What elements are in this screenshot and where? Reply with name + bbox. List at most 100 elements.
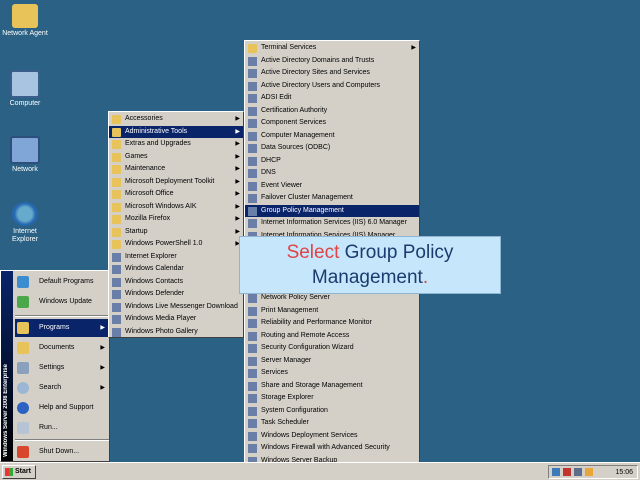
- menu-item-label: Startup: [125, 227, 148, 235]
- admin-tools-item[interactable]: Failover Cluster Management: [245, 192, 419, 205]
- admin-tools-item[interactable]: Active Directory Sites and Services: [245, 67, 419, 80]
- chevron-right-icon: ▶: [100, 325, 105, 331]
- programs-menu-item[interactable]: Microsoft Office ▶: [109, 188, 243, 201]
- programs-menu-item[interactable]: Maintenance ▶: [109, 163, 243, 176]
- folder-icon: [112, 240, 121, 249]
- programs-menu-item[interactable]: Accessories ▶: [109, 113, 243, 126]
- menu-item-label: Event Viewer: [261, 181, 303, 189]
- admin-tool-icon: [248, 381, 257, 391]
- chevron-right-icon: ▶: [235, 116, 240, 122]
- admin-tool-icon: [248, 144, 257, 153]
- admin-tool-icon: [248, 419, 257, 428]
- start-item-default-programs[interactable]: Default Programs: [15, 273, 109, 291]
- start-button[interactable]: Start: [2, 465, 36, 479]
- start-item-windows-update[interactable]: Windows Update: [15, 293, 109, 311]
- admin-tools-item[interactable]: Active Directory Users and Computers: [245, 80, 419, 93]
- admin-tool-icon: [248, 81, 257, 91]
- programs-menu-item[interactable]: Windows Defender: [109, 288, 243, 301]
- start-item-run[interactable]: Run...: [15, 419, 109, 437]
- programs-menu-item[interactable]: Internet Explorer: [109, 251, 243, 264]
- programs-menu-item[interactable]: Startup ▶: [109, 226, 243, 239]
- admin-tools-item[interactable]: Data Sources (ODBC): [245, 142, 419, 155]
- admin-tools-item[interactable]: Windows Deployment Services: [245, 430, 419, 443]
- chevron-right-icon: ▶: [100, 345, 105, 351]
- documents-icon: [17, 342, 29, 354]
- programs-menu-item[interactable]: Windows Live Messenger Download: [109, 301, 243, 314]
- desktop-icon-label: Network: [12, 166, 38, 173]
- admin-tools-item[interactable]: ADSI Edit: [245, 92, 419, 105]
- desktop-icon-computer[interactable]: Computer: [0, 70, 50, 108]
- programs-menu-item[interactable]: Windows Calendar: [109, 263, 243, 276]
- menu-item-label: Component Services: [261, 119, 326, 126]
- admin-tools-item[interactable]: Storage Explorer: [245, 392, 419, 405]
- admin-tools-item[interactable]: Share and Storage Management: [245, 380, 419, 393]
- admin-tools-item[interactable]: Group Policy Management: [245, 204, 419, 217]
- desktop-icon-internet-explorer[interactable]: Internet Explorer: [0, 202, 50, 244]
- admin-tools-item[interactable]: System Configuration: [245, 405, 419, 418]
- network-icon: [10, 136, 40, 164]
- start-item-search[interactable]: Search ▶: [15, 379, 109, 397]
- network-tray-icon[interactable]: [552, 468, 560, 476]
- admin-tool-icon: [248, 119, 257, 128]
- admin-tools-item[interactable]: Services: [245, 367, 419, 380]
- programs-menu-item[interactable]: Microsoft Deployment Toolkit ▶: [109, 176, 243, 189]
- menu-item-label: Failover Cluster Management: [261, 194, 353, 201]
- programs-menu-item[interactable]: Mozilla Firefox ▶: [109, 213, 243, 226]
- admin-tools-item[interactable]: Print Management: [245, 305, 419, 318]
- admin-tools-item[interactable]: Active Directory Domains and Trusts: [245, 55, 419, 68]
- admin-tools-item[interactable]: Security Configuration Wizard: [245, 342, 419, 355]
- admin-tools-item[interactable]: Terminal Services ▶: [245, 42, 419, 55]
- programs-menu-item[interactable]: Games ▶: [109, 151, 243, 164]
- start-menu-separator: [15, 315, 109, 317]
- menu-item-label: Storage Explorer: [261, 394, 314, 401]
- start-item-settings[interactable]: Settings ▶: [15, 359, 109, 377]
- programs-menu-item[interactable]: Administrative Tools ▶: [109, 125, 243, 138]
- admin-tools-item[interactable]: DNS: [245, 167, 419, 180]
- programs-menu-item[interactable]: Extras and Upgrades ▶: [109, 138, 243, 151]
- security-tray-icon[interactable]: [563, 468, 571, 476]
- start-item-documents[interactable]: Documents ▶: [15, 339, 109, 357]
- programs-icon: [17, 322, 29, 334]
- admin-tool-icon: [248, 131, 257, 141]
- programs-menu-item[interactable]: Windows Photo Gallery: [109, 326, 243, 339]
- admin-tools-item[interactable]: Component Services: [245, 117, 419, 130]
- admin-tool-icon: [248, 306, 257, 316]
- admin-tools-item[interactable]: Task Scheduler: [245, 417, 419, 430]
- volume-tray-icon[interactable]: [574, 468, 582, 476]
- menu-item-label: Server Manager: [261, 356, 312, 364]
- programs-menu-item[interactable]: Microsoft Windows AIK ▶: [109, 201, 243, 214]
- folder-icon: [112, 215, 121, 224]
- menu-item-label: Windows Media Player: [125, 315, 197, 322]
- computer-icon: [10, 70, 40, 98]
- admin-tools-item[interactable]: Event Viewer: [245, 180, 419, 193]
- start-item-help[interactable]: Help and Support: [15, 399, 109, 417]
- admin-tools-item[interactable]: Reliability and Performance Monitor: [245, 317, 419, 330]
- admin-tools-item[interactable]: DHCP: [245, 155, 419, 168]
- clock[interactable]: 15:06: [615, 467, 633, 478]
- admin-tools-item[interactable]: Internet Information Services (IIS) 6.0 …: [245, 217, 419, 230]
- programs-menu-item[interactable]: Windows Media Player: [109, 313, 243, 326]
- admin-tools-item[interactable]: Server Manager: [245, 355, 419, 368]
- desktop-icon-network-agent[interactable]: Network Agent: [0, 4, 50, 38]
- admin-tools-item[interactable]: Windows Firewall with Advanced Security: [245, 442, 419, 455]
- admin-tool-icon: [248, 356, 257, 366]
- admin-tools-item[interactable]: Routing and Remote Access: [245, 330, 419, 343]
- admin-tools-item[interactable]: Certification Authority: [245, 105, 419, 118]
- admin-tools-item[interactable]: Computer Management: [245, 130, 419, 143]
- instruction-callout: Select Group Policy Management.: [239, 236, 501, 294]
- start-menu-band: Windows Server 2008 Enterprise: [1, 271, 13, 461]
- admin-tool-icon: [248, 69, 257, 78]
- start-item-shutdown[interactable]: Shut Down...: [15, 443, 109, 461]
- chevron-right-icon: ▶: [100, 365, 105, 371]
- admin-tool-icon: [248, 319, 257, 328]
- start-item-programs[interactable]: Programs ▶: [15, 319, 109, 337]
- programs-menu-item[interactable]: Windows PowerShell 1.0 ▶: [109, 238, 243, 251]
- admin-tool-icon: [248, 206, 257, 216]
- update-tray-icon[interactable]: [585, 468, 593, 476]
- admin-tool-icon: [248, 394, 257, 403]
- help-icon: [17, 402, 29, 414]
- admin-tool-icon: [248, 156, 257, 166]
- programs-menu-item[interactable]: Windows Contacts: [109, 276, 243, 289]
- desktop-icon-network[interactable]: Network: [0, 136, 50, 174]
- admin-tool-icon: [248, 94, 257, 103]
